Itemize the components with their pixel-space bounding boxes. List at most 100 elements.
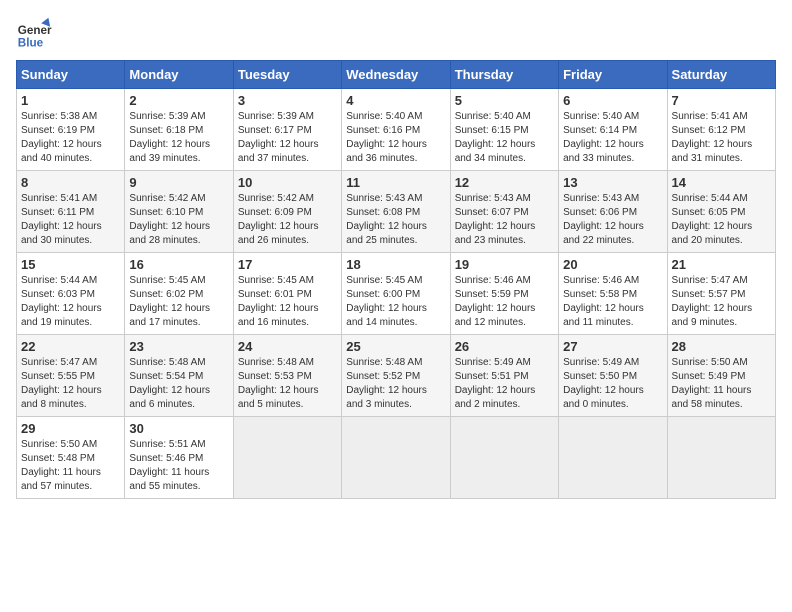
day-info: Sunrise: 5:45 AM Sunset: 6:00 PM Dayligh… [346,274,445,330]
day-info: Sunrise: 5:38 AM Sunset: 6:19 PM Dayligh… [21,110,120,166]
day-info: Sunrise: 5:47 AM Sunset: 5:55 PM Dayligh… [21,356,120,412]
calendar-cell: 5 Sunrise: 5:40 AM Sunset: 6:15 PM Daylig… [450,89,558,171]
day-info: Sunrise: 5:44 AM Sunset: 6:05 PM Dayligh… [672,192,771,248]
calendar-cell: 10 Sunrise: 5:42 AM Sunset: 6:09 PM Dayli… [233,171,341,253]
day-info: Sunrise: 5:46 AM Sunset: 5:58 PM Dayligh… [563,274,662,330]
calendar-cell: 3 Sunrise: 5:39 AM Sunset: 6:17 PM Daylig… [233,89,341,171]
calendar-cell: 2 Sunrise: 5:39 AM Sunset: 6:18 PM Daylig… [125,89,233,171]
day-info: Sunrise: 5:42 AM Sunset: 6:10 PM Dayligh… [129,192,228,248]
calendar-cell: 20 Sunrise: 5:46 AM Sunset: 5:58 PM Dayli… [559,253,667,335]
calendar-cell: 30 Sunrise: 5:51 AM Sunset: 5:46 PM Dayli… [125,417,233,499]
calendar-cell: 18Sunrise: 5:45 AM Sunset: 6:00 PM Dayli… [342,253,450,335]
calendar-cell [342,417,450,499]
day-info: Sunrise: 5:50 AM Sunset: 5:48 PM Dayligh… [21,438,120,494]
calendar-cell: 11Sunrise: 5:43 AM Sunset: 6:08 PM Dayli… [342,171,450,253]
day-info: Sunrise: 5:41 AM Sunset: 6:11 PM Dayligh… [21,192,120,248]
calendar-cell: 23Sunrise: 5:48 AM Sunset: 5:54 PM Dayli… [125,335,233,417]
calendar-body: 1Sunrise: 5:38 AM Sunset: 6:19 PM Daylig… [17,89,776,499]
day-number: 20 [563,257,662,272]
day-info: Sunrise: 5:45 AM Sunset: 6:02 PM Dayligh… [129,274,228,330]
calendar-cell: 16 Sunrise: 5:45 AM Sunset: 6:02 PM Dayli… [125,253,233,335]
day-info: Sunrise: 5:40 AM Sunset: 6:15 PM Dayligh… [455,110,554,166]
page-header: General Blue [16,16,776,52]
calendar-week-row: 8 Sunrise: 5:41 AM Sunset: 6:11 PM Daylig… [17,171,776,253]
calendar-cell: 25Sunrise: 5:48 AM Sunset: 5:52 PM Dayli… [342,335,450,417]
day-info: Sunrise: 5:48 AM Sunset: 5:52 PM Dayligh… [346,356,445,412]
day-info: Sunrise: 5:50 AM Sunset: 5:49 PM Dayligh… [672,356,771,412]
calendar-cell: 13Sunrise: 5:43 AM Sunset: 6:06 PM Dayli… [559,171,667,253]
calendar-cell: 12Sunrise: 5:43 AM Sunset: 6:07 PM Dayli… [450,171,558,253]
calendar-cell: 15 Sunrise: 5:44 AM Sunset: 6:03 PM Dayli… [17,253,125,335]
calendar-cell: 7 Sunrise: 5:41 AM Sunset: 6:12 PM Daylig… [667,89,775,171]
calendar-cell: 6 Sunrise: 5:40 AM Sunset: 6:14 PM Daylig… [559,89,667,171]
calendar-cell: 29Sunrise: 5:50 AM Sunset: 5:48 PM Dayli… [17,417,125,499]
weekday-header: Tuesday [233,61,341,89]
day-number: 14 [672,175,771,190]
calendar-cell: 17 Sunrise: 5:45 AM Sunset: 6:01 PM Dayli… [233,253,341,335]
weekday-header: Wednesday [342,61,450,89]
calendar-cell: 26 Sunrise: 5:49 AM Sunset: 5:51 PM Dayli… [450,335,558,417]
calendar-cell: 9 Sunrise: 5:42 AM Sunset: 6:10 PM Daylig… [125,171,233,253]
day-number: 3 [238,93,337,108]
day-info: Sunrise: 5:43 AM Sunset: 6:08 PM Dayligh… [346,192,445,248]
calendar-cell [667,417,775,499]
day-number: 13 [563,175,662,190]
day-number: 16 [129,257,228,272]
day-number: 26 [455,339,554,354]
calendar-cell: 1Sunrise: 5:38 AM Sunset: 6:19 PM Daylig… [17,89,125,171]
weekday-header: Monday [125,61,233,89]
calendar-cell: 27 Sunrise: 5:49 AM Sunset: 5:50 PM Dayli… [559,335,667,417]
day-number: 17 [238,257,337,272]
day-number: 10 [238,175,337,190]
calendar-week-row: 29Sunrise: 5:50 AM Sunset: 5:48 PM Dayli… [17,417,776,499]
calendar-cell: 28 Sunrise: 5:50 AM Sunset: 5:49 PM Dayli… [667,335,775,417]
calendar-cell [559,417,667,499]
day-info: Sunrise: 5:47 AM Sunset: 5:57 PM Dayligh… [672,274,771,330]
calendar-cell: 21 Sunrise: 5:47 AM Sunset: 5:57 PM Dayli… [667,253,775,335]
calendar-cell: 24 Sunrise: 5:48 AM Sunset: 5:53 PM Dayli… [233,335,341,417]
calendar-cell: 8 Sunrise: 5:41 AM Sunset: 6:11 PM Daylig… [17,171,125,253]
day-number: 19 [455,257,554,272]
day-info: Sunrise: 5:49 AM Sunset: 5:51 PM Dayligh… [455,356,554,412]
calendar-cell: 4 Sunrise: 5:40 AM Sunset: 6:16 PM Daylig… [342,89,450,171]
day-number: 9 [129,175,228,190]
calendar-week-row: 22Sunrise: 5:47 AM Sunset: 5:55 PM Dayli… [17,335,776,417]
calendar-cell: 19Sunrise: 5:46 AM Sunset: 5:59 PM Dayli… [450,253,558,335]
day-number: 24 [238,339,337,354]
day-info: Sunrise: 5:51 AM Sunset: 5:46 PM Dayligh… [129,438,228,494]
day-number: 15 [21,257,120,272]
weekday-header: Sunday [17,61,125,89]
day-info: Sunrise: 5:40 AM Sunset: 6:16 PM Dayligh… [346,110,445,166]
day-info: Sunrise: 5:49 AM Sunset: 5:50 PM Dayligh… [563,356,662,412]
calendar-week-row: 1Sunrise: 5:38 AM Sunset: 6:19 PM Daylig… [17,89,776,171]
day-number: 28 [672,339,771,354]
day-number: 6 [563,93,662,108]
svg-text:General: General [18,24,52,37]
day-info: Sunrise: 5:39 AM Sunset: 6:18 PM Dayligh… [129,110,228,166]
logo-icon: General Blue [16,16,52,52]
day-info: Sunrise: 5:41 AM Sunset: 6:12 PM Dayligh… [672,110,771,166]
day-number: 8 [21,175,120,190]
day-number: 4 [346,93,445,108]
weekday-header: Friday [559,61,667,89]
day-info: Sunrise: 5:48 AM Sunset: 5:54 PM Dayligh… [129,356,228,412]
day-number: 2 [129,93,228,108]
weekday-row: SundayMondayTuesdayWednesdayThursdayFrid… [17,61,776,89]
day-number: 21 [672,257,771,272]
day-number: 12 [455,175,554,190]
day-info: Sunrise: 5:45 AM Sunset: 6:01 PM Dayligh… [238,274,337,330]
day-number: 5 [455,93,554,108]
day-number: 30 [129,421,228,436]
day-info: Sunrise: 5:42 AM Sunset: 6:09 PM Dayligh… [238,192,337,248]
calendar-cell: 22Sunrise: 5:47 AM Sunset: 5:55 PM Dayli… [17,335,125,417]
calendar-week-row: 15 Sunrise: 5:44 AM Sunset: 6:03 PM Dayli… [17,253,776,335]
day-info: Sunrise: 5:40 AM Sunset: 6:14 PM Dayligh… [563,110,662,166]
day-info: Sunrise: 5:48 AM Sunset: 5:53 PM Dayligh… [238,356,337,412]
day-info: Sunrise: 5:44 AM Sunset: 6:03 PM Dayligh… [21,274,120,330]
calendar-cell [233,417,341,499]
svg-text:Blue: Blue [18,37,44,50]
day-number: 27 [563,339,662,354]
day-number: 7 [672,93,771,108]
day-info: Sunrise: 5:39 AM Sunset: 6:17 PM Dayligh… [238,110,337,166]
calendar-table: SundayMondayTuesdayWednesdayThursdayFrid… [16,60,776,499]
